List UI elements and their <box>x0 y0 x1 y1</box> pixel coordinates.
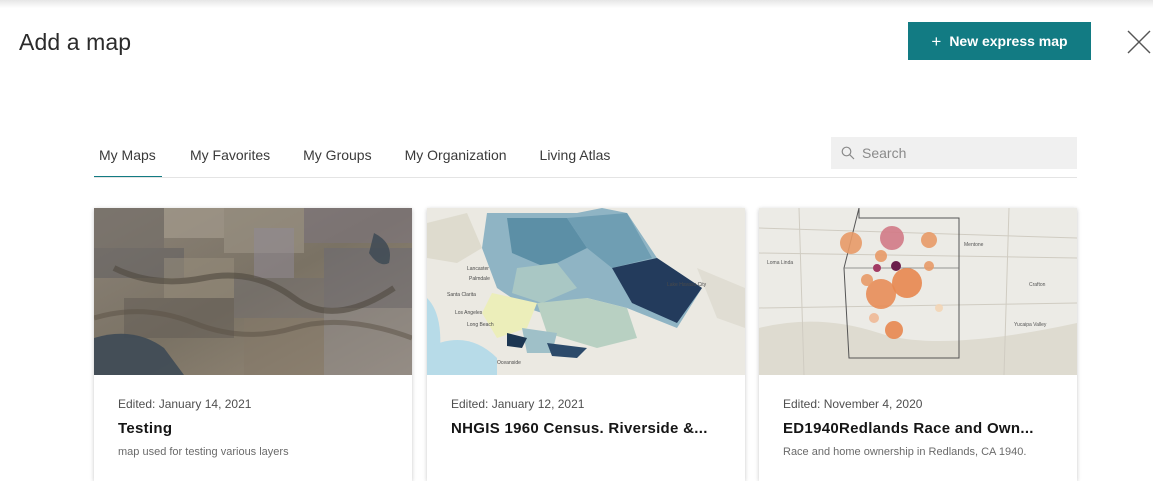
tab-my-favorites[interactable]: My Favorites <box>190 138 270 178</box>
card-title: ED1940Redlands Race and Own... <box>783 420 1034 437</box>
plus-icon: + <box>931 31 942 51</box>
thumbnail-label-mentone: Mentone <box>964 242 984 248</box>
thumbnail-label-loma-linda: Loma Linda <box>767 260 793 266</box>
choropleth-county-map-thumbnail: Lake Havasu City Santa Clarita Los Angel… <box>427 208 745 375</box>
card-edited-date: Edited: January 12, 2021 <box>451 397 585 411</box>
card-description: Race and home ownership in Redlands, CA … <box>783 446 1027 458</box>
card-title: Testing <box>118 420 173 437</box>
map-card-testing[interactable]: Edited: January 14, 2021 Testing map use… <box>94 208 412 481</box>
map-card-ed1940-redlands[interactable]: Loma Linda Mentone Yucaipa Valley Crafto… <box>759 208 1077 481</box>
thumbnail-label-long-beach: Long Beach <box>467 322 494 328</box>
proportional-symbol-map-thumbnail: Loma Linda Mentone Yucaipa Valley Crafto… <box>759 208 1077 375</box>
dialog-title: Add a map <box>19 29 132 55</box>
thumbnail-label-oceanside: Oceanside <box>497 360 521 366</box>
card-title: NHGIS 1960 Census. Riverside &... <box>451 420 708 437</box>
thumbnail-label-los-angeles: Los Angeles <box>455 310 483 316</box>
tab-my-groups[interactable]: My Groups <box>303 138 371 178</box>
tab-living-atlas[interactable]: Living Atlas <box>540 138 611 178</box>
close-icon[interactable] <box>1125 28 1153 56</box>
search-input[interactable] <box>862 145 1062 161</box>
thumbnail-label-santa-clarita: Santa Clarita <box>447 292 476 298</box>
card-edited-date: Edited: January 14, 2021 <box>118 397 252 411</box>
tab-divider <box>94 177 1077 178</box>
thumbnail-label-lancaster: Lancaster <box>467 266 489 272</box>
satellite-imagery-thumbnail <box>94 208 412 375</box>
tab-my-maps[interactable]: My Maps <box>94 138 162 178</box>
thumbnail-label-lake-havasu: Lake Havasu City <box>667 282 707 288</box>
search-icon <box>841 146 855 160</box>
tab-bar: My Maps My Favorites My Groups My Organi… <box>94 138 610 178</box>
map-card-nhgis[interactable]: Lake Havasu City Santa Clarita Los Angel… <box>427 208 745 481</box>
card-edited-date: Edited: November 4, 2020 <box>783 397 923 411</box>
thumbnail-label-yucaipa-valley: Yucaipa Valley <box>1014 322 1047 328</box>
top-edge-shadow <box>0 0 1153 8</box>
search-box[interactable] <box>831 137 1077 169</box>
tab-my-organization[interactable]: My Organization <box>405 138 507 178</box>
thumbnail-label-crafton: Crafton <box>1029 282 1046 288</box>
thumbnail-label-palmdale: Palmdale <box>469 276 490 282</box>
card-description: map used for testing various layers <box>118 446 289 458</box>
new-express-map-label: New express map <box>949 33 1068 49</box>
new-express-map-button[interactable]: + New express map <box>908 22 1091 60</box>
